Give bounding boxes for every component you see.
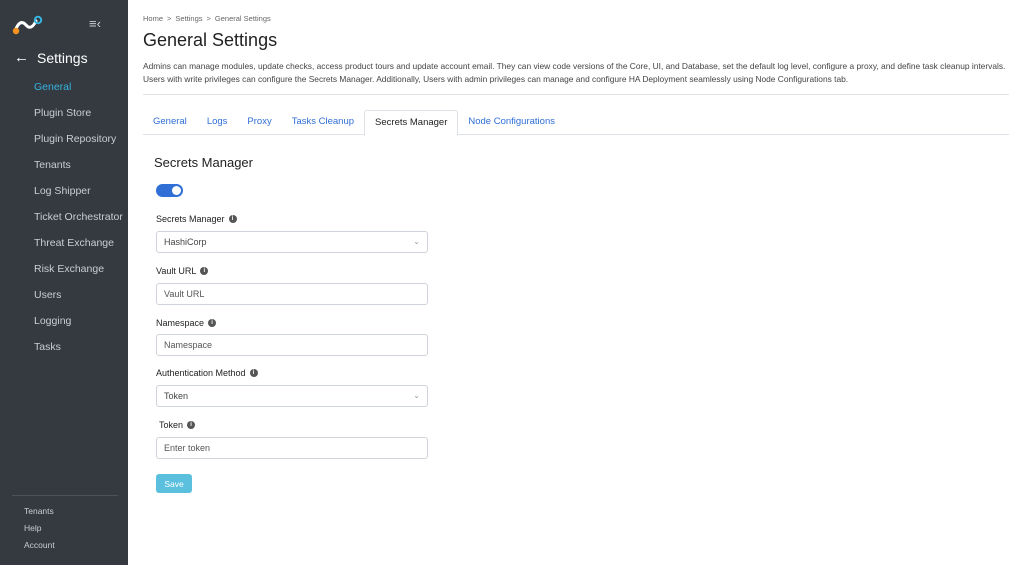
sidebar-item-logging[interactable]: Logging bbox=[0, 311, 128, 337]
toggle-knob bbox=[172, 186, 181, 195]
page-title: General Settings bbox=[143, 30, 277, 51]
section-title: Secrets Manager bbox=[154, 155, 253, 170]
collapse-sidebar-icon[interactable]: ≡‹ bbox=[89, 18, 103, 30]
sidebar-section-title: Settings bbox=[37, 50, 88, 66]
breadcrumb-separator: > bbox=[167, 14, 171, 23]
sidebar: ≡‹ ← Settings General Plugin Store Plugi… bbox=[0, 0, 128, 565]
info-icon[interactable]: i bbox=[200, 267, 208, 275]
sidebar-divider bbox=[12, 495, 118, 496]
breadcrumb-settings[interactable]: Settings bbox=[175, 14, 202, 23]
netskope-logo-icon[interactable] bbox=[12, 14, 44, 36]
bottom-link-tenants[interactable]: Tenants bbox=[24, 506, 55, 523]
vault-url-input[interactable] bbox=[156, 283, 428, 305]
sidebar-item-plugin-repository[interactable]: Plugin Repository bbox=[0, 129, 128, 155]
vault-url-label: Vault URL i bbox=[156, 266, 208, 276]
sidebar-item-ticket-orchestrator[interactable]: Ticket Orchestrator bbox=[0, 207, 128, 233]
back-to-settings[interactable]: ← Settings bbox=[14, 50, 88, 66]
sidebar-item-tasks[interactable]: Tasks bbox=[0, 337, 128, 363]
auth-method-select[interactable]: Token ⌄ bbox=[156, 385, 428, 407]
breadcrumb-home[interactable]: Home bbox=[143, 14, 163, 23]
breadcrumb-separator: > bbox=[207, 14, 211, 23]
sidebar-item-general[interactable]: General bbox=[0, 77, 128, 103]
sidebar-item-tenants[interactable]: Tenants bbox=[0, 155, 128, 181]
secrets-manager-label: Secrets Manager i bbox=[156, 214, 237, 224]
auth-method-label-text: Authentication Method bbox=[156, 368, 246, 378]
bottom-link-help[interactable]: Help bbox=[24, 523, 55, 540]
sidebar-nav: General Plugin Store Plugin Repository T… bbox=[0, 77, 128, 363]
token-input[interactable] bbox=[156, 437, 428, 459]
auth-method-value: Token bbox=[164, 391, 188, 401]
auth-method-label: Authentication Method i bbox=[156, 368, 258, 378]
settings-tabs: General Logs Proxy Tasks Cleanup Secrets… bbox=[143, 110, 1009, 135]
token-label-text: Token bbox=[159, 420, 183, 430]
namespace-input[interactable] bbox=[156, 334, 428, 356]
info-icon[interactable]: i bbox=[250, 369, 258, 377]
chevron-down-icon: ⌄ bbox=[413, 386, 420, 406]
info-icon[interactable]: i bbox=[229, 215, 237, 223]
breadcrumb-current: General Settings bbox=[215, 14, 271, 23]
tab-secrets-manager[interactable]: Secrets Manager bbox=[364, 110, 458, 136]
tab-logs[interactable]: Logs bbox=[197, 110, 238, 135]
description-divider bbox=[143, 94, 1009, 95]
sidebar-item-threat-exchange[interactable]: Threat Exchange bbox=[0, 233, 128, 259]
tab-node-configurations[interactable]: Node Configurations bbox=[458, 110, 565, 135]
tab-general[interactable]: General bbox=[143, 110, 197, 135]
secrets-manager-select[interactable]: HashiCorp ⌄ bbox=[156, 231, 428, 253]
tab-tasks-cleanup[interactable]: Tasks Cleanup bbox=[282, 110, 364, 135]
sidebar-item-risk-exchange[interactable]: Risk Exchange bbox=[0, 259, 128, 285]
chevron-down-icon: ⌄ bbox=[413, 232, 420, 252]
sidebar-bottom-links: Tenants Help Account bbox=[24, 506, 55, 557]
vault-url-label-text: Vault URL bbox=[156, 266, 196, 276]
breadcrumb: Home > Settings > General Settings bbox=[143, 14, 271, 23]
secrets-manager-toggle[interactable] bbox=[156, 184, 183, 197]
secrets-manager-label-text: Secrets Manager bbox=[156, 214, 225, 224]
token-label: Token i bbox=[159, 420, 195, 430]
arrow-left-icon: ← bbox=[14, 51, 29, 65]
tab-proxy[interactable]: Proxy bbox=[237, 110, 281, 135]
sidebar-item-log-shipper[interactable]: Log Shipper bbox=[0, 181, 128, 207]
info-icon[interactable]: i bbox=[187, 421, 195, 429]
namespace-label: Namespace i bbox=[156, 318, 216, 328]
save-button[interactable]: Save bbox=[156, 474, 192, 493]
namespace-label-text: Namespace bbox=[156, 318, 204, 328]
bottom-link-account[interactable]: Account bbox=[24, 540, 55, 557]
info-icon[interactable]: i bbox=[208, 319, 216, 327]
sidebar-item-plugin-store[interactable]: Plugin Store bbox=[0, 103, 128, 129]
page-description: Admins can manage modules, update checks… bbox=[143, 60, 1011, 86]
sidebar-item-users[interactable]: Users bbox=[0, 285, 128, 311]
secrets-manager-value: HashiCorp bbox=[164, 237, 207, 247]
